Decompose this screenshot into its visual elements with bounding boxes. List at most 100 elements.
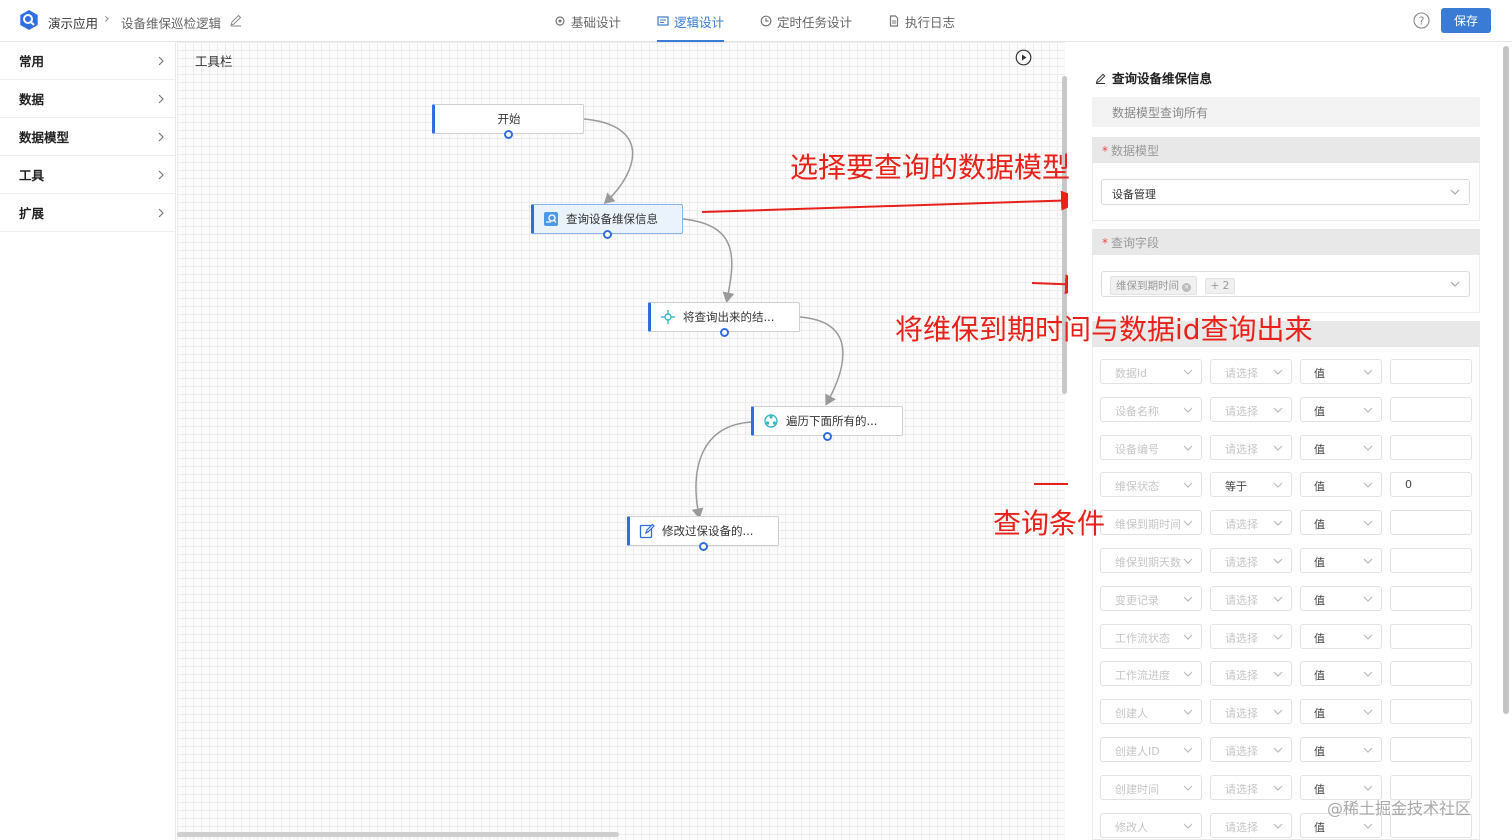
chevron-down-icon	[1273, 596, 1283, 602]
condition-value-type-select[interactable]: 值	[1300, 548, 1382, 573]
tab-label: 逻辑设计	[674, 14, 725, 30]
condition-value-type-select[interactable]: 值	[1300, 585, 1382, 611]
condition-field-select[interactable]: 工作流状态	[1100, 623, 1202, 649]
condition-value-type-select[interactable]: 值	[1300, 699, 1382, 725]
condition-operator-select[interactable]: 请选择	[1210, 548, 1292, 573]
condition-operator-select[interactable]: 请选择	[1210, 434, 1292, 460]
query-fields-section-header: * 查询字段	[1092, 229, 1480, 255]
node-output-port[interactable]	[603, 230, 612, 239]
node-output-port[interactable]	[699, 542, 708, 551]
node-output-port[interactable]	[504, 130, 513, 139]
condition-operator-select[interactable]: 请选择	[1210, 510, 1292, 536]
condition-value-type: 值	[1314, 782, 1325, 796]
sidebar-item-data-model[interactable]: 数据模型	[0, 118, 175, 156]
condition-value-type: 值	[1314, 556, 1325, 569]
help-icon[interactable]: ?	[1413, 12, 1430, 29]
condition-operator-select[interactable]: 等于	[1210, 472, 1292, 498]
tab-label: 基础设计	[571, 14, 622, 30]
sidebar-item-extensions[interactable]: 扩展	[0, 194, 175, 232]
condition-field-select[interactable]: 工作流进度	[1100, 661, 1202, 687]
field-tag[interactable]: 维保到期时间 ×	[1110, 276, 1197, 295]
flow-node-update[interactable]: 修改过保设备的...	[627, 516, 779, 551]
pencil-icon[interactable]	[229, 13, 243, 27]
condition-value-input[interactable]: 0	[1390, 472, 1472, 498]
sidebar-item-common[interactable]: 常用	[0, 42, 175, 80]
condition-operator: 请选择	[1225, 707, 1258, 721]
condition-field-select[interactable]: 变更记录	[1100, 585, 1202, 611]
condition-field-select[interactable]: 创建时间	[1100, 774, 1202, 800]
play-icon[interactable]	[1015, 49, 1032, 66]
sidebar-item-label: 工具	[19, 168, 45, 183]
tab-scheduled-task-design[interactable]: 定时任务设计	[760, 0, 852, 42]
condition-field-select[interactable]: 维保到期天数	[1100, 548, 1202, 573]
data-model-select[interactable]: 设备管理	[1101, 179, 1470, 205]
condition-value-input[interactable]	[1390, 396, 1472, 422]
condition-value-input[interactable]	[1390, 585, 1472, 611]
condition-value-input[interactable]	[1390, 548, 1472, 573]
edit-record-icon	[639, 523, 655, 539]
condition-operator-select[interactable]: 请选择	[1210, 774, 1292, 800]
condition-value-type-select[interactable]: 值	[1300, 623, 1382, 649]
condition-field: 创建时间	[1115, 782, 1159, 796]
condition-value-type-select[interactable]: 值	[1300, 661, 1382, 687]
condition-operator-select[interactable]: 请选择	[1210, 812, 1292, 838]
condition-value-type-select[interactable]: 值	[1300, 396, 1382, 422]
condition-value-type-select[interactable]: 值	[1300, 737, 1382, 762]
condition-value-input[interactable]	[1390, 359, 1472, 384]
condition-field: 数据id	[1115, 367, 1148, 380]
condition-value-type-select[interactable]: 值	[1300, 434, 1382, 460]
condition-field-select[interactable]: 创建人ID	[1100, 737, 1202, 762]
condition-row: 创建人ID 请选择 值	[1100, 737, 1472, 762]
sidebar-item-label: 数据	[19, 92, 45, 107]
tab-label: 执行日志	[905, 14, 956, 30]
condition-value-type-select[interactable]: 值	[1300, 510, 1382, 536]
flow-node-loop[interactable]: 遍历下面所有的...	[751, 406, 903, 441]
sidebar-item-data[interactable]: 数据	[0, 80, 175, 118]
required-marker: *	[1102, 236, 1108, 250]
condition-operator-select[interactable]: 请选择	[1210, 396, 1292, 422]
flow-node-query[interactable]: 查询设备维保信息	[531, 204, 683, 239]
panel-scrollbar[interactable]	[1503, 46, 1509, 714]
condition-value-input[interactable]	[1390, 510, 1472, 536]
canvas-horizontal-scrollbar[interactable]	[177, 832, 619, 837]
condition-value-type-select[interactable]: 值	[1300, 359, 1382, 384]
condition-value-type-select[interactable]: 值	[1300, 472, 1382, 498]
tab-logic-design[interactable]: 逻辑设计	[657, 0, 725, 42]
node-output-port[interactable]	[823, 432, 832, 441]
condition-field: 变更记录	[1115, 593, 1159, 607]
condition-field-select[interactable]: 设备编号	[1100, 434, 1202, 460]
condition-field-select[interactable]: 维保状态	[1100, 472, 1202, 498]
condition-field-select[interactable]: 设备名称	[1100, 396, 1202, 422]
chevron-down-icon	[1273, 558, 1283, 564]
sidebar-item-tools[interactable]: 工具	[0, 156, 175, 194]
condition-value-input[interactable]	[1390, 623, 1472, 649]
condition-operator-select[interactable]: 请选择	[1210, 585, 1292, 611]
chevron-right-icon	[158, 94, 164, 104]
tab-basic-design[interactable]: 基础设计	[554, 0, 621, 42]
node-output-port[interactable]	[720, 328, 729, 337]
chevron-down-icon	[1363, 558, 1373, 564]
condition-value-input[interactable]	[1390, 737, 1472, 762]
save-button[interactable]: 保存	[1441, 8, 1491, 33]
app-name[interactable]: 演示应用	[48, 13, 98, 32]
condition-value-input[interactable]	[1390, 434, 1472, 460]
condition-operator-select[interactable]: 请选择	[1210, 623, 1292, 649]
condition-operator-select[interactable]: 请选择	[1210, 699, 1292, 725]
database-query-icon	[544, 212, 558, 226]
tag-remove-icon[interactable]: ×	[1182, 283, 1191, 292]
tab-execution-log[interactable]: 执行日志	[888, 0, 955, 42]
chevron-down-icon	[1273, 709, 1283, 716]
flow-node-start[interactable]: 开始	[432, 104, 584, 139]
condition-operator-select[interactable]: 请选择	[1210, 661, 1292, 687]
query-fields-select[interactable]: 维保到期时间 × + 2	[1101, 271, 1470, 297]
condition-field-select[interactable]: 修改人	[1100, 812, 1202, 838]
condition-operator-select[interactable]: 请选择	[1210, 359, 1292, 384]
condition-row: 设备名称 请选择 值	[1100, 396, 1472, 422]
condition-value-input[interactable]	[1390, 661, 1472, 687]
flow-node-assign[interactable]: 将查询出来的结...	[648, 302, 800, 337]
condition-value-input[interactable]	[1390, 699, 1472, 725]
condition-field-select[interactable]: 维保到期时间	[1100, 510, 1202, 536]
condition-operator-select[interactable]: 请选择	[1210, 737, 1292, 762]
condition-field-select[interactable]: 创建人	[1100, 699, 1202, 725]
condition-field-select[interactable]: 数据id	[1100, 359, 1202, 384]
